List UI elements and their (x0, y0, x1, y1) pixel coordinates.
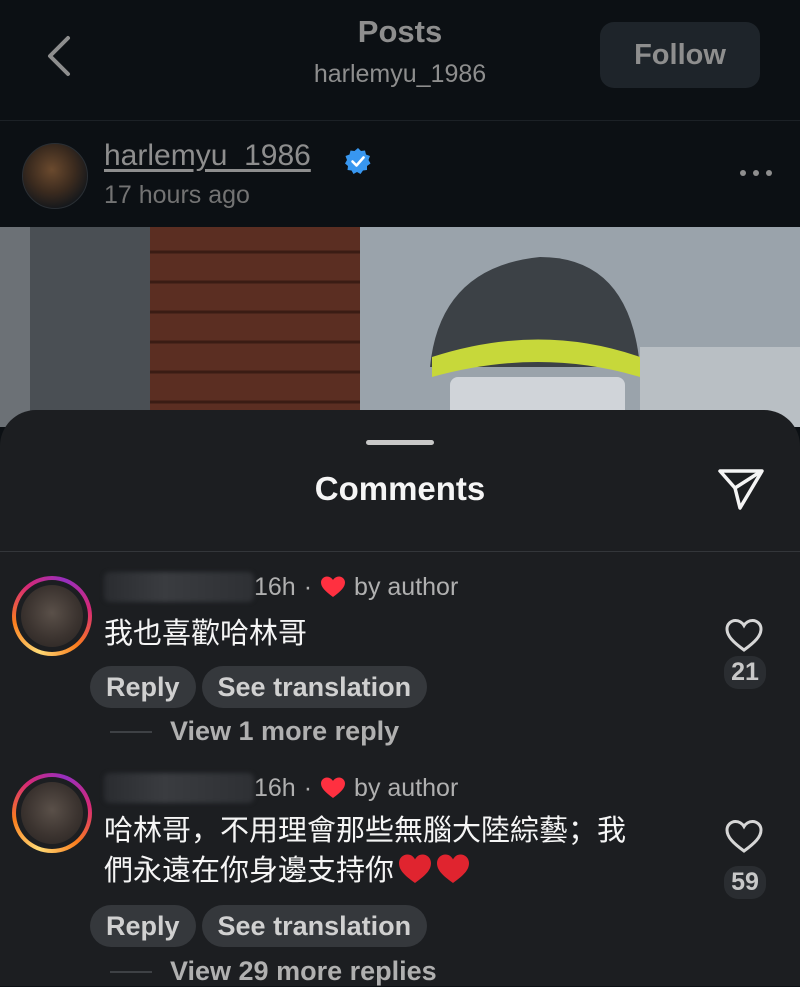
comments-title: Comments (314, 470, 486, 507)
follow-button[interactable]: Follow (600, 22, 760, 88)
comment-text-line-2: 們永遠在你身邊支持你 (104, 855, 395, 887)
comment-actions: Reply See translation (90, 666, 428, 708)
like-heart-icon[interactable] (724, 618, 764, 654)
see-translation-button[interactable]: See translation (201, 905, 428, 947)
comment-text: 哈林哥，不用理會那些無腦大陸綜藝；我 們永遠在你身邊支持你 (104, 811, 626, 891)
like-heart-icon[interactable] (724, 819, 764, 855)
comment-meta: 16h · by author (104, 572, 458, 602)
separator-dot: · (303, 572, 313, 601)
blurred-username[interactable] (104, 572, 254, 602)
avatar (21, 585, 83, 647)
see-translation-button[interactable]: See translation (201, 666, 428, 708)
more-dots-icon[interactable] (738, 163, 774, 183)
comment-actions: Reply See translation (90, 905, 428, 947)
post-timestamp: 17 hours ago (104, 181, 250, 209)
post-header: harlemyu_1986 17 hours ago (0, 121, 800, 227)
post-username[interactable]: harlemyu_1986 (104, 139, 311, 173)
replies-line (110, 970, 152, 973)
view-replies-label: View 1 more reply (170, 716, 400, 746)
comment-text-line-2-wrap: 們永遠在你身邊支持你 (104, 851, 626, 891)
red-heart-emoji-icon (399, 854, 432, 883)
comment-avatar-ring[interactable] (12, 576, 92, 656)
author-like-label: by author (354, 572, 459, 601)
blurred-username[interactable] (104, 773, 254, 803)
comment-text: 我也喜歡哈林哥 (104, 618, 308, 650)
red-heart-emoji-icon (437, 854, 470, 883)
comment-meta: 16h · by author (104, 773, 458, 803)
comment-text-line-1: 哈林哥，不用理會那些無腦大陸綜藝；我 (104, 815, 627, 847)
author-heart-icon (321, 777, 346, 798)
sheet-drag-handle[interactable] (366, 440, 434, 445)
reply-button[interactable]: Reply (90, 666, 196, 708)
author-heart-icon (321, 576, 346, 597)
avatar (21, 782, 83, 844)
like-count: 59 (724, 866, 766, 899)
separator-dot: · (303, 773, 313, 802)
comments-sheet: Comments 16h · by author 我也喜歡哈林哥 Reply S… (0, 410, 800, 986)
sheet-divider (0, 551, 800, 552)
comment-avatar-ring[interactable] (12, 773, 92, 853)
top-bar: Posts harlemyu_1986 Follow (0, 0, 800, 120)
comment-time: 16h (254, 572, 296, 601)
send-icon (718, 469, 764, 510)
comment-time: 16h (254, 773, 296, 802)
replies-line (110, 730, 152, 733)
view-replies-label: View 29 more replies (170, 956, 437, 986)
reply-button[interactable]: Reply (90, 905, 196, 947)
post-photo-image (0, 227, 800, 427)
post-avatar[interactable] (22, 143, 88, 209)
author-like-label: by author (354, 773, 459, 802)
post-photo[interactable] (0, 227, 800, 427)
view-replies-link[interactable]: View 29 more replies (110, 956, 437, 987)
verified-badge-icon (345, 148, 371, 174)
view-replies-link[interactable]: View 1 more reply (110, 716, 399, 747)
share-button[interactable] (716, 466, 766, 512)
like-count: 21 (724, 656, 766, 689)
